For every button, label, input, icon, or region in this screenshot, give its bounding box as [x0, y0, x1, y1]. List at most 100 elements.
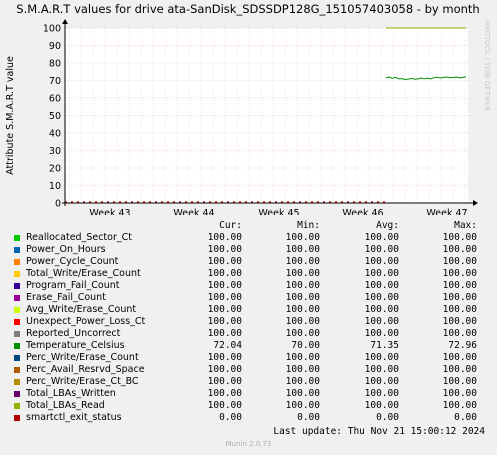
- legend-row: Perc_Avail_Resrvd_Space 100.00 100.00 100.0…: [10, 364, 490, 376]
- legend-swatch: [14, 415, 20, 421]
- legend-value-cur: 100.00: [207, 268, 242, 279]
- x-tick-label: Week 43: [89, 208, 130, 215]
- legend-value-max: 100.00: [442, 316, 477, 327]
- legend-value-min: 100.00: [285, 244, 320, 255]
- legend-value-avg: 71.35: [370, 340, 399, 351]
- legend-series-name: Avg_Write/Erase_Count: [26, 304, 137, 315]
- legend-swatch: [14, 391, 20, 397]
- legend-swatch: [14, 355, 20, 361]
- legend-series-name: Perc_Write/Erase_Count: [26, 352, 139, 363]
- legend-value-avg: 100.00: [364, 292, 399, 303]
- legend-row: Avg_Write/Erase_Count 100.00 100.00 100.00 1…: [10, 304, 490, 316]
- legend-value-cur: 100.00: [207, 364, 242, 375]
- legend-series-name: Total_LBAs_Written: [26, 388, 116, 399]
- x-tick-label: Week 47: [426, 208, 467, 215]
- legend-value-min: 100.00: [285, 388, 320, 399]
- last-update: Last update: Thu Nov 21 15:00:12 2024: [273, 426, 485, 437]
- legend-value-cur: 100.00: [207, 328, 242, 339]
- legend-value-min: 70.00: [291, 340, 320, 351]
- legend-value-max: 100.00: [442, 328, 477, 339]
- legend-value-max: 100.00: [442, 232, 477, 243]
- legend-value-min: 100.00: [285, 304, 320, 315]
- legend-value-min: 0.00: [297, 412, 320, 423]
- legend-value-avg: 100.00: [364, 316, 399, 327]
- legend-series-name: Perc_Avail_Resrvd_Space: [26, 364, 145, 375]
- y-tick-label: 50: [49, 111, 61, 122]
- legend-swatch: [14, 235, 20, 241]
- legend-value-cur: 100.00: [207, 232, 242, 243]
- legend-series-name: Perc_Write/Erase_Ct_BC: [26, 376, 139, 387]
- legend-value-min: 100.00: [285, 292, 320, 303]
- legend-value-max: 100.00: [442, 400, 477, 411]
- legend-row: Temperature_Celsius 72.04 70.00 71.35 72.96: [10, 340, 490, 352]
- legend-value-max: 100.00: [442, 364, 477, 375]
- legend-swatch: [14, 307, 20, 313]
- legend-row: Perc_Write/Erase_Ct_BC 100.00 100.00 100.00…: [10, 376, 490, 388]
- legend-row: Reallocated_Sector_Ct 100.00 100.00 100.00 1…: [10, 232, 490, 244]
- legend-value-cur: 72.04: [213, 340, 242, 351]
- legend-value-max: 100.00: [442, 280, 477, 291]
- legend-value-cur: 100.00: [207, 400, 242, 411]
- legend-value-cur: 100.00: [207, 352, 242, 363]
- munin-version: Munin 2.0.73: [225, 440, 272, 448]
- legend-row: Program_Fail_Count 100.00 100.00 100.00 100.…: [10, 280, 490, 292]
- legend-value-avg: 100.00: [364, 376, 399, 387]
- legend-series-name: Temperature_Celsius: [26, 340, 125, 351]
- legend-value-avg: 100.00: [364, 256, 399, 267]
- legend-value-avg: 100.00: [364, 268, 399, 279]
- y-tick-label: 90: [49, 41, 61, 52]
- legend-value-max: 72.96: [448, 340, 477, 351]
- legend-value-cur: 100.00: [207, 388, 242, 399]
- y-tick-label: 60: [49, 94, 61, 105]
- legend-row: Unexpect_Power_Loss_Ct 100.00 100.00 100.00…: [10, 316, 490, 328]
- legend-value-avg: 100.00: [364, 400, 399, 411]
- legend-series-name: Total_LBAs_Read: [26, 400, 105, 411]
- legend-swatch: [14, 367, 20, 373]
- legend-swatch: [14, 319, 20, 325]
- legend-value-avg: 100.00: [364, 280, 399, 291]
- legend-row: Erase_Fail_Count 100.00 100.00 100.00 100.00: [10, 292, 490, 304]
- legend-row: Total_LBAs_Read 100.00 100.00 100.00 100.00: [10, 400, 490, 412]
- legend-value-avg: 100.00: [364, 232, 399, 243]
- chart-title: S.M.A.R.T values for drive ata-SanDisk_S…: [16, 2, 479, 16]
- legend-series-name: Reallocated_Sector_Ct: [26, 232, 132, 243]
- legend-swatch: [14, 247, 20, 253]
- legend-value-min: 100.00: [285, 364, 320, 375]
- legend-value-cur: 100.00: [207, 292, 242, 303]
- legend-value-max: 100.00: [442, 304, 477, 315]
- legend-value-min: 100.00: [285, 268, 320, 279]
- legend-row: Power_Cycle_Count 100.00 100.00 100.00 100.0…: [10, 256, 490, 268]
- y-tick-label: 80: [49, 59, 61, 70]
- y-axis-arrow: [62, 19, 68, 24]
- y-axis-label: Attribute S.M.A.R.T value: [5, 56, 16, 175]
- legend-value-min: 100.00: [285, 328, 320, 339]
- legend-series-name: smartctl_exit_status: [26, 412, 122, 423]
- legend-value-min: 100.00: [285, 376, 320, 387]
- rrdtool-watermark: RRDTOOL / TOBI OETIKER: [483, 21, 491, 111]
- legend-value-max: 100.00: [442, 256, 477, 267]
- legend-value-min: 100.00: [285, 280, 320, 291]
- legend-value-cur: 100.00: [207, 376, 242, 387]
- x-tick-label: Week 44: [173, 208, 214, 215]
- legend-row: smartctl_exit_status 0.00 0.00 0.00 0.00: [10, 412, 490, 424]
- legend-series-name: Reported_Uncorrect: [26, 328, 121, 339]
- y-tick-label: 100: [43, 24, 61, 35]
- legend-value-avg: 100.00: [364, 352, 399, 363]
- x-tick-label: Week 45: [258, 208, 299, 215]
- legend-value-min: 100.00: [285, 256, 320, 267]
- legend-value-avg: 100.00: [364, 364, 399, 375]
- legend-header-row: Cur: Min: Avg: Max:: [10, 220, 490, 232]
- legend-swatch: [14, 331, 20, 337]
- legend-table: Cur: Min: Avg: Max: Reallocated_Sector_C…: [10, 220, 490, 424]
- legend-swatch: [14, 259, 20, 265]
- legend-value-max: 100.00: [442, 268, 477, 279]
- legend-value-cur: 100.00: [207, 316, 242, 327]
- legend-value-max: 100.00: [442, 376, 477, 387]
- col-header-min: Min:: [297, 220, 320, 231]
- y-tick-label: 40: [49, 129, 61, 140]
- legend-row: Power_On_Hours 100.00 100.00 100.00 100.00: [10, 244, 490, 256]
- y-ticks: 0 10 20 30 40 50 60 70 80 90 100: [43, 24, 61, 210]
- legend-swatch: [14, 379, 20, 385]
- y-tick-label: 70: [49, 76, 61, 87]
- legend-row: Reported_Uncorrect 100.00 100.00 100.00 100.…: [10, 328, 490, 340]
